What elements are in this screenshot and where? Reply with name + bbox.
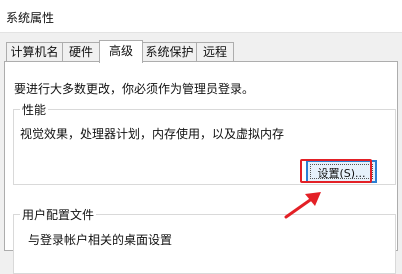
window-title: 系统属性	[6, 11, 55, 25]
settings-button-label: 设置(S)...	[317, 167, 366, 180]
performance-description: 视觉效果，处理器计划，内存使用，以及虚拟内存	[20, 127, 285, 141]
annotation-arrow-icon	[284, 192, 321, 219]
system-properties-window: 系统属性 计算机名 硬件 高级 系统保护 远程 要进行大多数更改，你必须作为管理…	[0, 0, 402, 274]
tab-computer-name[interactable]: 计算机名	[6, 42, 63, 61]
tab-system-protection[interactable]: 系统保护	[142, 42, 197, 61]
performance-title: 性能	[20, 101, 49, 118]
performance-settings-button[interactable]: 设置(S)...	[300, 159, 377, 183]
admin-note: 要进行大多数更改，你必须作为管理员登录。	[14, 82, 255, 96]
tab-remote[interactable]: 远程	[196, 42, 234, 61]
title-bar: 系统属性	[0, 0, 402, 33]
tab-hardware[interactable]: 硬件	[62, 42, 100, 61]
advanced-tab-panel: 要进行大多数更改，你必须作为管理员登录。 性能 视觉效果，处理器计划，内存使用，…	[4, 61, 398, 274]
user-profiles-title: 用户配置文件	[20, 206, 97, 223]
user-profiles-description: 与登录帐户相关的桌面设置	[28, 233, 173, 247]
user-profiles-group: 用户配置文件 与登录帐户相关的桌面设置	[13, 206, 396, 274]
performance-group: 性能 视觉效果，处理器计划，内存使用，以及虚拟内存 设置(S)...	[13, 101, 396, 185]
tab-advanced[interactable]: 高级	[99, 40, 143, 63]
